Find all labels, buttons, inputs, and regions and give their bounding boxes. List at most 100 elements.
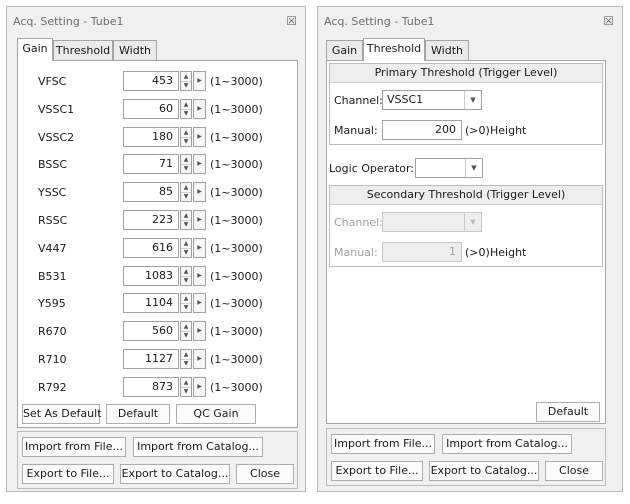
spin-down-icon[interactable]: ▼ xyxy=(181,248,191,257)
arrow-right-icon[interactable]: ▶ xyxy=(193,377,206,397)
tab-gain[interactable]: Gain xyxy=(17,38,53,61)
spinner[interactable]: ▲ ▼ xyxy=(180,321,192,341)
title-bar: Acq. Setting - Tube1 ☒ xyxy=(318,7,622,35)
spinner[interactable]: ▲ ▼ xyxy=(180,266,192,286)
gain-row-label: VSSC2 xyxy=(38,131,75,144)
spinner[interactable]: ▲ ▼ xyxy=(180,377,192,397)
export-to-file-button[interactable]: Export to File... xyxy=(22,464,114,484)
import-from-file-button[interactable]: Import from File... xyxy=(331,434,435,454)
tab-bar: Gain Threshold Width xyxy=(17,38,177,61)
close-icon[interactable]: ☒ xyxy=(603,14,614,28)
spin-down-icon[interactable]: ▼ xyxy=(181,276,191,285)
gain-row-label: R792 xyxy=(38,381,67,394)
spin-down-icon[interactable]: ▼ xyxy=(181,387,191,396)
gain-value-input[interactable]: 616 xyxy=(123,238,179,258)
gain-range-label: (1~3000) xyxy=(210,158,263,171)
arrow-right-icon[interactable]: ▶ xyxy=(193,182,206,202)
chevron-down-icon: ▼ xyxy=(464,213,481,231)
primary-channel-label: Channel: xyxy=(334,94,383,107)
gain-value-input[interactable]: 1083 xyxy=(123,266,179,286)
export-to-file-button[interactable]: Export to File... xyxy=(331,461,423,481)
spin-down-icon[interactable]: ▼ xyxy=(181,303,191,312)
import-from-file-button[interactable]: Import from File... xyxy=(22,437,126,457)
secondary-manual-label: Manual: xyxy=(334,246,378,259)
arrow-right-icon[interactable]: ▶ xyxy=(193,71,206,91)
import-from-catalog-button[interactable]: Import from Catalog... xyxy=(133,437,263,457)
gain-row-label: V447 xyxy=(38,242,67,255)
secondary-threshold-group: Secondary Threshold (Trigger Level) Chan… xyxy=(329,185,603,267)
spinner[interactable]: ▲ ▼ xyxy=(180,293,192,313)
secondary-threshold-header: Secondary Threshold (Trigger Level) xyxy=(330,186,602,205)
export-to-catalog-button[interactable]: Export to Catalog... xyxy=(429,461,539,481)
spinner[interactable]: ▲ ▼ xyxy=(180,154,192,174)
gain-range-label: (1~3000) xyxy=(210,297,263,310)
import-from-catalog-button[interactable]: Import from Catalog... xyxy=(442,434,572,454)
gain-value-input[interactable]: 560 xyxy=(123,321,179,341)
export-to-catalog-button[interactable]: Export to Catalog... xyxy=(120,464,230,484)
gain-range-label: (1~3000) xyxy=(210,103,263,116)
spin-down-icon[interactable]: ▼ xyxy=(181,192,191,201)
default-button[interactable]: Default xyxy=(536,402,600,422)
tab-threshold[interactable]: Threshold xyxy=(53,40,113,60)
gain-range-label: (1~3000) xyxy=(210,242,263,255)
gain-row-label: R670 xyxy=(38,325,67,338)
spinner[interactable]: ▲ ▼ xyxy=(180,238,192,258)
primary-manual-input[interactable]: 200 xyxy=(382,120,462,140)
spin-down-icon[interactable]: ▼ xyxy=(181,164,191,173)
gain-value-input[interactable]: 85 xyxy=(123,182,179,202)
spin-down-icon[interactable]: ▼ xyxy=(181,109,191,118)
gain-value-input[interactable]: 71 xyxy=(123,154,179,174)
gain-value-input[interactable]: 1127 xyxy=(123,349,179,369)
arrow-right-icon[interactable]: ▶ xyxy=(193,266,206,286)
arrow-right-icon[interactable]: ▶ xyxy=(193,154,206,174)
arrow-right-icon[interactable]: ▶ xyxy=(193,210,206,230)
gain-value-input[interactable]: 453 xyxy=(123,71,179,91)
close-button[interactable]: Close xyxy=(236,464,294,484)
gain-value-input[interactable]: 180 xyxy=(123,127,179,147)
tab-width[interactable]: Width xyxy=(113,40,157,60)
spinner[interactable]: ▲ ▼ xyxy=(180,210,192,230)
secondary-channel-label: Channel: xyxy=(334,216,383,229)
close-button[interactable]: Close xyxy=(545,461,603,481)
tab-bar: Gain Threshold Width xyxy=(326,38,486,61)
arrow-right-icon[interactable]: ▶ xyxy=(193,238,206,258)
default-button[interactable]: Default xyxy=(106,404,170,424)
spin-down-icon[interactable]: ▼ xyxy=(181,137,191,146)
arrow-right-icon[interactable]: ▶ xyxy=(193,99,206,119)
spin-down-icon[interactable]: ▼ xyxy=(181,331,191,340)
spin-down-icon[interactable]: ▼ xyxy=(181,81,191,90)
gain-row-label: YSSC xyxy=(38,186,67,199)
import-export-group: Import from File... Import from Catalog.… xyxy=(326,428,606,486)
gain-range-label: (1~3000) xyxy=(210,353,263,366)
arrow-right-icon[interactable]: ▶ xyxy=(193,127,206,147)
spinner[interactable]: ▲ ▼ xyxy=(180,349,192,369)
secondary-channel-dropdown[interactable]: ▼ xyxy=(382,212,482,232)
gain-value-input[interactable]: 873 xyxy=(123,377,179,397)
gain-row-label: VFSC xyxy=(38,75,67,88)
arrow-right-icon[interactable]: ▶ xyxy=(193,349,206,369)
spinner[interactable]: ▲ ▼ xyxy=(180,99,192,119)
import-export-group: Import from File... Import from Catalog.… xyxy=(17,431,298,489)
logic-operator-dropdown[interactable]: ▼ xyxy=(415,158,483,178)
gain-value-input[interactable]: 1104 xyxy=(123,293,179,313)
arrow-right-icon[interactable]: ▶ xyxy=(193,293,206,313)
primary-channel-dropdown[interactable]: VSSC1 ▼ xyxy=(382,90,482,110)
chevron-down-icon: ▼ xyxy=(464,91,481,109)
tab-width[interactable]: Width xyxy=(425,40,469,60)
close-icon[interactable]: ☒ xyxy=(286,14,297,28)
tab-threshold[interactable]: Threshold xyxy=(363,38,425,61)
spin-down-icon[interactable]: ▼ xyxy=(181,220,191,229)
spin-down-icon[interactable]: ▼ xyxy=(181,359,191,368)
gain-value-input[interactable]: 60 xyxy=(123,99,179,119)
primary-threshold-group: Primary Threshold (Trigger Level) Channe… xyxy=(329,63,603,145)
secondary-height-label: Height xyxy=(490,246,527,259)
set-as-default-button[interactable]: Set As Default xyxy=(22,404,102,424)
spinner[interactable]: ▲ ▼ xyxy=(180,182,192,202)
gain-value-input[interactable]: 223 xyxy=(123,210,179,230)
tab-gain[interactable]: Gain xyxy=(326,40,363,60)
qc-gain-button[interactable]: QC Gain xyxy=(176,404,256,424)
spinner[interactable]: ▲ ▼ xyxy=(180,127,192,147)
secondary-manual-input[interactable]: 1 xyxy=(382,242,462,262)
spinner[interactable]: ▲ ▼ xyxy=(180,71,192,91)
arrow-right-icon[interactable]: ▶ xyxy=(193,321,206,341)
